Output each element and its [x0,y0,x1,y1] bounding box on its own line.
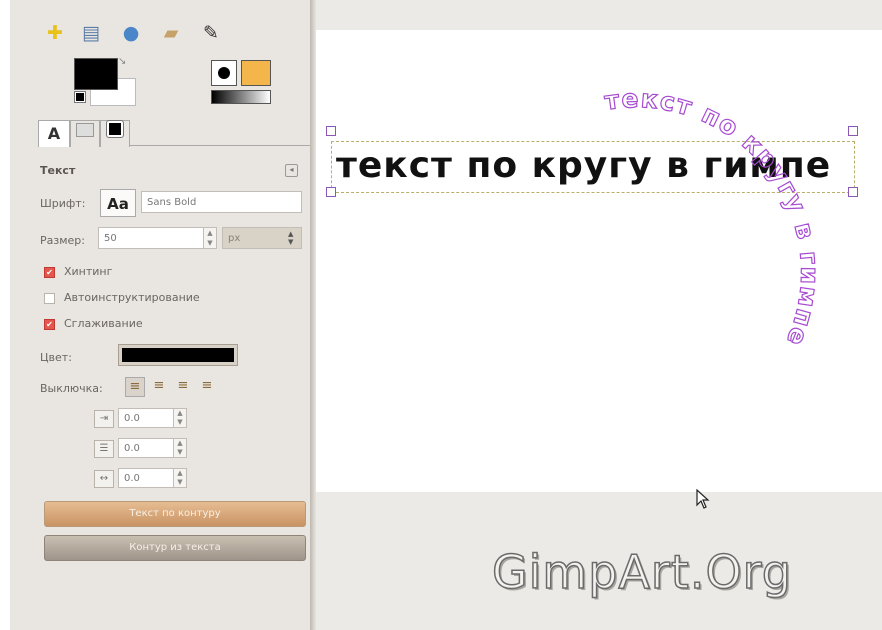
justify-label: Выключка: [40,382,103,395]
hinting-checkbox[interactable] [44,267,55,278]
puzzle-icon[interactable]: ✚ [44,22,66,44]
text-color-swatch [122,348,234,362]
font-preview-button[interactable]: Aa [100,189,136,217]
curved-text: текст по кругу в гимпе [603,84,825,351]
swap-colors-icon[interactable]: ↘ [118,56,126,67]
color-label: Цвет: [40,351,72,364]
justify-fill-icon[interactable]: ≡ [197,377,217,397]
text-tool-tab[interactable]: A [38,120,70,147]
path-from-text-button[interactable]: Контур из текста [44,535,306,561]
indent-spinner[interactable]: ▲ ▼ [173,408,187,428]
foreground-color-swatch[interactable] [74,58,118,90]
canvas-ruler-strip [316,0,882,30]
document-stack-icon[interactable]: ▤ [80,22,102,44]
panel-title: Текст [40,164,76,177]
drop-icon[interactable]: ● [120,22,142,44]
letter-spacing-input[interactable]: 0.0 [118,468,174,488]
mouse-pointer-icon [696,489,710,509]
size-spinner[interactable]: ▲ ▼ [203,227,217,249]
font-input[interactable]: Sans Bold [141,191,302,213]
brush-dot-icon [106,120,124,138]
hinting-label: Хинтинг [64,265,113,278]
layers-tab[interactable] [70,120,100,147]
letter-spacing-spinner[interactable]: ▲ ▼ [173,468,187,488]
size-label: Размер: [40,234,85,247]
unit-select-arrows-icon: ▲ ▼ [288,230,294,246]
folder-icon[interactable]: ▰ [160,22,182,44]
justify-right-icon[interactable]: ≡ [149,377,169,397]
panel-menu-icon[interactable]: ◂ [285,164,298,177]
line-spacing-input[interactable]: 0.0 [118,438,174,458]
brushes-tab[interactable] [100,120,130,147]
justify-left-icon[interactable]: ≡ [125,377,145,397]
autohint-checkbox[interactable] [44,293,55,304]
layers-icon [76,123,94,137]
watermark-logo: GimpArt.Org [491,544,792,600]
default-colors-icon[interactable] [74,91,86,103]
antialias-checkbox[interactable] [44,319,55,330]
brush-dot-icon [218,67,230,79]
text-along-path-button[interactable]: Текст по контуру [44,501,306,527]
curved-text-path: текст по кругу в гимпе [602,83,823,351]
line-spacing-icon: ☰ [94,440,114,458]
brush-icon[interactable]: ✎ [200,22,222,44]
size-input[interactable]: 50 [98,227,204,249]
indent-icon: ⇥ [94,410,114,428]
brush-preview[interactable] [211,60,237,86]
curved-text-svg: текст по кругу в гимпе [602,83,825,351]
letter-spacing-icon: ↔ [94,470,114,488]
pattern-preview[interactable] [241,60,271,86]
text-color-button[interactable] [118,344,238,366]
gradient-preview[interactable] [211,90,271,104]
justify-center-icon[interactable]: ≡ [173,377,193,397]
font-label: Шрифт: [40,197,86,210]
autohint-label: Автоинструктирование [64,291,200,304]
antialias-label: Сглаживание [64,317,143,330]
indent-input[interactable]: 0.0 [118,408,174,428]
line-spacing-spinner[interactable]: ▲ ▼ [173,438,187,458]
